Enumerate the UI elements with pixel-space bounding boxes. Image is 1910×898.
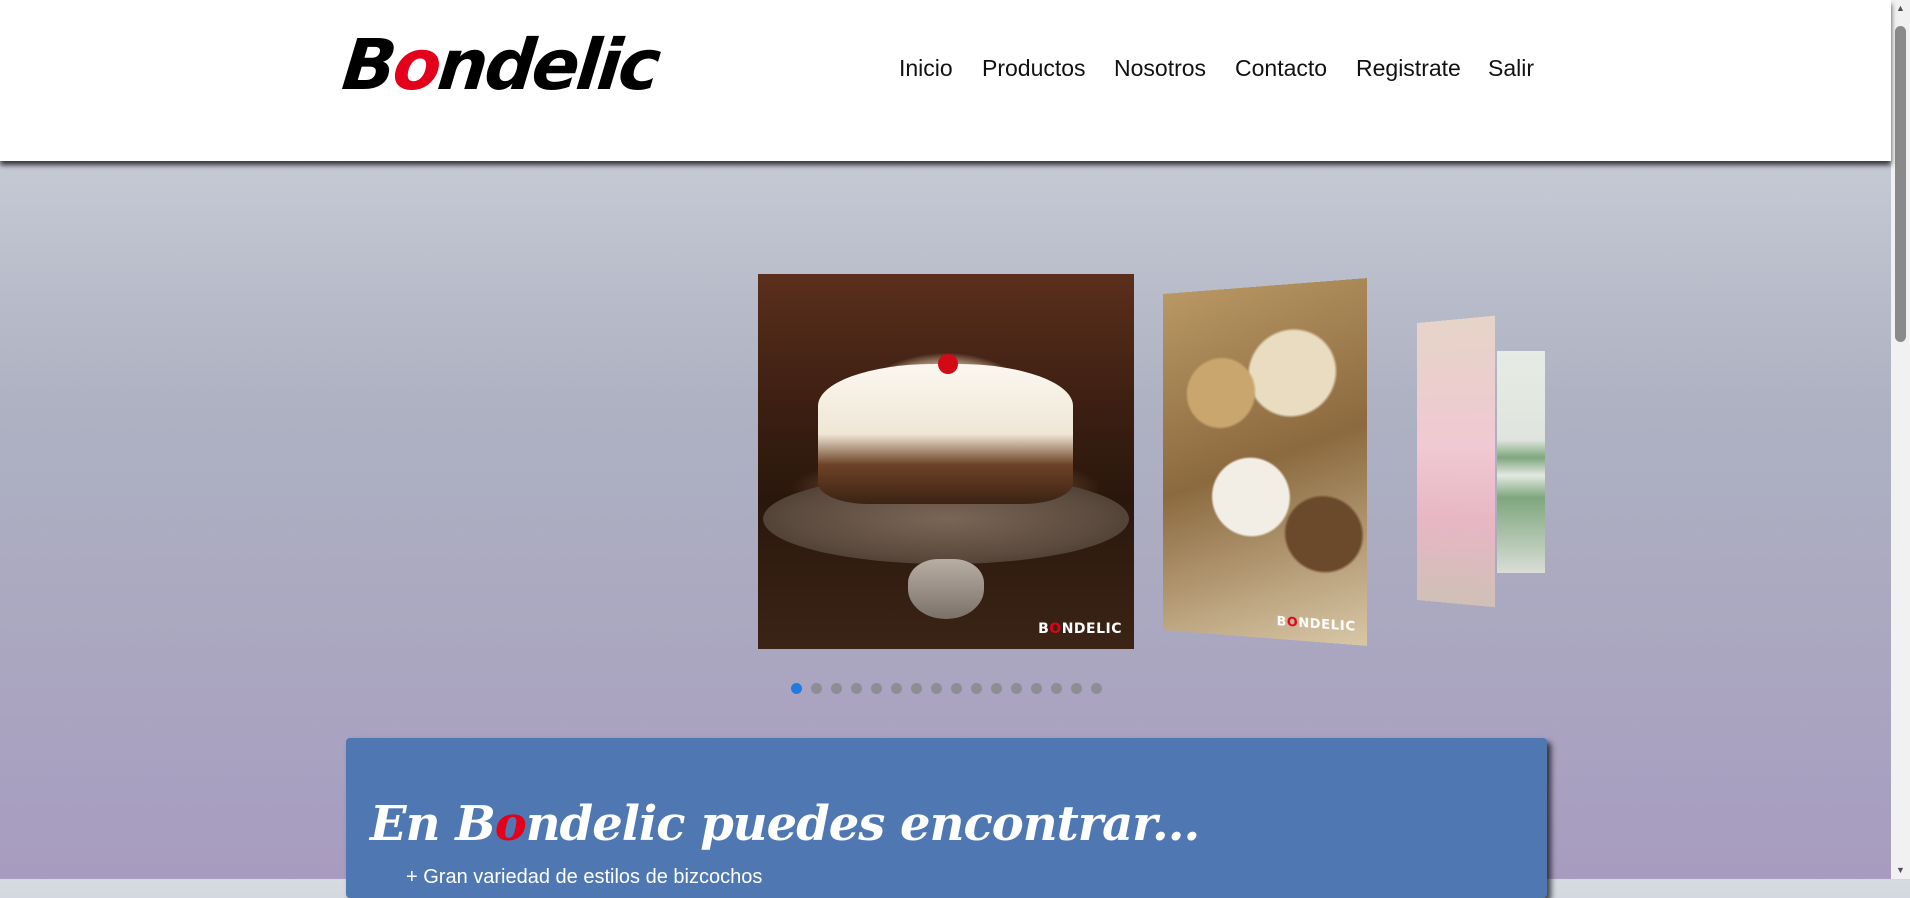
info-title-start: En B	[370, 796, 495, 852]
logo-text-start: B	[339, 24, 398, 106]
page-scrollbar[interactable]: ▲ ▼	[1891, 0, 1910, 879]
nav-link-salir[interactable]: Salir	[1488, 55, 1534, 82]
carousel-pagination	[791, 683, 1102, 695]
carousel-dot[interactable]	[1091, 683, 1102, 694]
carousel-slide-menu[interactable]	[1497, 351, 1545, 573]
watermark-end: NDELIC	[1062, 621, 1122, 637]
info-list: Gran variedad de estilos de bizcochos	[406, 866, 762, 889]
scroll-up-arrow-icon[interactable]: ▲	[1891, 0, 1910, 17]
carousel-dot[interactable]	[871, 683, 882, 694]
slide-watermark: BONDELIC	[1038, 621, 1122, 637]
watermark-accent: O	[1287, 614, 1298, 630]
site-logo[interactable]: Bondelic	[339, 30, 661, 100]
cake-image	[818, 364, 1073, 504]
nav-link-productos[interactable]: Productos	[982, 55, 1086, 82]
carousel-dot[interactable]	[1071, 683, 1082, 694]
info-title: En Bondelic puedes encontrar...	[370, 796, 1199, 852]
carousel-slide-savory[interactable]: BONDELIC	[1163, 278, 1367, 646]
carousel-dot[interactable]	[811, 683, 822, 694]
carousel-dot[interactable]	[831, 683, 842, 694]
watermark-accent: O	[1049, 621, 1061, 637]
watermark-start: B	[1038, 621, 1049, 637]
carousel-dot[interactable]	[1051, 683, 1062, 694]
cake-stand-image	[908, 559, 984, 619]
info-title-accent: o	[495, 796, 526, 852]
carousel-slide-pink-cake[interactable]	[1417, 316, 1495, 608]
site-header: Bondelic Inicio Productos Nosotros Conta…	[0, 0, 1891, 161]
nav-link-registrate[interactable]: Registrate	[1356, 55, 1461, 82]
carousel-slide-cake[interactable]: BONDELIC	[758, 274, 1134, 649]
info-list-item: Gran variedad de estilos de bizcochos	[406, 866, 762, 889]
carousel-dot[interactable]	[1011, 683, 1022, 694]
carousel-dot[interactable]	[891, 683, 902, 694]
cherry-image	[938, 354, 958, 374]
carousel-dot[interactable]	[1031, 683, 1042, 694]
carousel-dot[interactable]	[911, 683, 922, 694]
carousel-dot[interactable]	[991, 683, 1002, 694]
nav-link-nosotros[interactable]: Nosotros	[1114, 55, 1206, 82]
info-title-end: ndelic puedes encontrar...	[526, 796, 1199, 852]
watermark-start: B	[1277, 614, 1287, 629]
carousel-dot[interactable]	[951, 683, 962, 694]
scroll-down-arrow-icon[interactable]: ▼	[1891, 862, 1910, 879]
info-panel: En Bondelic puedes encontrar... Gran var…	[346, 738, 1547, 898]
carousel-dot[interactable]	[851, 683, 862, 694]
scrollbar-thumb[interactable]	[1895, 26, 1906, 342]
carousel-dot[interactable]	[931, 683, 942, 694]
carousel-dot[interactable]	[791, 683, 802, 694]
carousel-dot[interactable]	[971, 683, 982, 694]
logo-text-end: ndelic	[434, 24, 662, 106]
slide-watermark: BONDELIC	[1277, 614, 1356, 635]
nav-link-contacto[interactable]: Contacto	[1235, 55, 1327, 82]
watermark-end: NDELIC	[1298, 615, 1355, 634]
nav-link-inicio[interactable]: Inicio	[899, 55, 953, 82]
